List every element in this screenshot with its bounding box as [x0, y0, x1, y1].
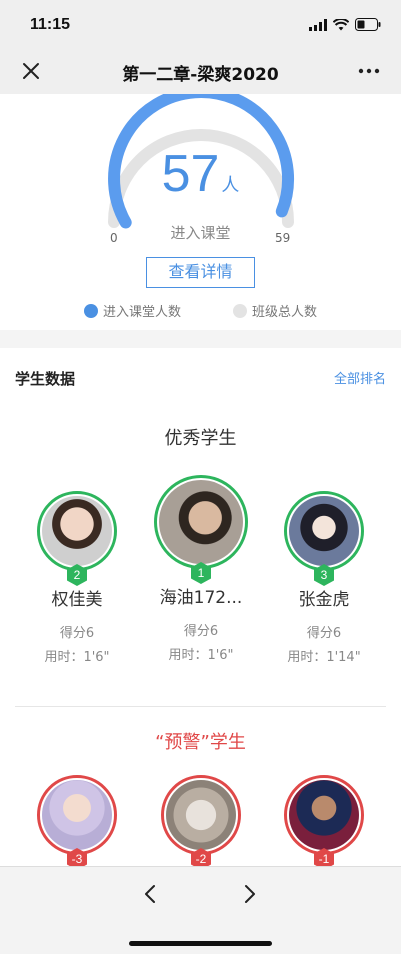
view-details-button[interactable]: 查看详情 [146, 257, 255, 288]
avatar-image [289, 496, 359, 566]
excellent-student-1[interactable]: 1 海油172... 得分6 用时：1'6" [146, 475, 256, 663]
wifi-icon [333, 18, 349, 30]
back-arrow-icon[interactable] [140, 883, 162, 905]
gauge-number: 57 [161, 145, 220, 203]
gauge-unit: 人 [221, 175, 240, 196]
student-score: 得分6 [183, 624, 219, 639]
attendance-card: 57 人 进入课堂 0 59 查看详情 进入课堂人数 班级总人数 [0, 94, 401, 330]
rank-badge-number: -3 [71, 852, 83, 866]
excellent-student-3[interactable]: 3 张金虎 得分6 用时：1'14" [269, 491, 379, 665]
student-name: 权佳美 [51, 590, 103, 610]
student-time: 用时：1'14" [287, 650, 361, 665]
rank-badge-number: -2 [195, 852, 207, 866]
warning-students-title: “预警”学生 [155, 732, 246, 753]
legend-dot-entered [83, 303, 98, 318]
student-time: 用时：1'6" [168, 648, 234, 663]
nav-bar: 第一二章-梁爽2020 [0, 48, 401, 94]
avatar: 3 [284, 491, 364, 586]
warning-student-3[interactable]: -3 [22, 775, 132, 870]
avatar: -1 [284, 775, 364, 870]
student-name: 海油172... [159, 588, 243, 608]
home-indicator [129, 941, 272, 946]
gauge-max-label: 59 [275, 231, 291, 245]
student-score: 得分6 [59, 626, 95, 641]
rank-badge-number: 3 [320, 568, 328, 582]
rank-badge: 1 [190, 562, 212, 584]
legend-item-total: 班级总人数 [233, 301, 317, 320]
warning-student-1[interactable]: -1 [269, 775, 379, 870]
avatar-image [42, 496, 112, 566]
page-title: 第一二章-梁爽2020 [122, 65, 279, 85]
legend-dot-total [233, 303, 247, 318]
rank-badge-number: -1 [318, 852, 330, 866]
forward-arrow-icon[interactable] [238, 883, 260, 905]
student-data-card: 学生数据 全部排名 优秀学生 2 权佳美 得分6 用时：1'6" 1 海油172… [0, 348, 401, 870]
rank-badge: 3 [313, 564, 335, 586]
excellent-students-title: 优秀学生 [164, 428, 237, 449]
status-bar: 11:15 [0, 0, 401, 48]
gauge-legend: 进入课堂人数 班级总人数 [0, 301, 401, 320]
battery-icon [355, 18, 381, 31]
full-ranking-link[interactable]: 全部排名 [334, 368, 386, 387]
avatar: -3 [37, 775, 117, 870]
avatar-image [289, 780, 359, 850]
avatar-image [159, 480, 243, 564]
avatar: 2 [37, 491, 117, 586]
excellent-student-2[interactable]: 2 权佳美 得分6 用时：1'6" [22, 491, 132, 665]
legend-label-entered: 进入课堂人数 [102, 305, 181, 320]
more-icon[interactable] [357, 60, 381, 82]
gauge-min-label: 0 [110, 231, 118, 245]
bottom-toolbar [0, 866, 401, 954]
gauge-value: 57 人 [0, 144, 401, 204]
warning-student-2[interactable]: -2 [146, 775, 256, 870]
rank-badge: 2 [66, 564, 88, 586]
student-time: 用时：1'6" [44, 650, 110, 665]
status-time: 11:15 [30, 16, 71, 33]
student-name: 张金虎 [298, 590, 350, 610]
section-divider [15, 706, 386, 707]
avatar: 1 [154, 475, 248, 584]
avatar: -2 [161, 775, 241, 870]
section-title: 学生数据 [15, 370, 76, 388]
rank-badge-number: 2 [73, 568, 81, 582]
avatar-image [166, 780, 236, 850]
signal-icon [309, 18, 327, 31]
legend-item-entered: 进入课堂人数 [83, 301, 181, 320]
rank-badge-number: 1 [197, 566, 205, 580]
student-score: 得分6 [306, 626, 342, 641]
avatar-image [42, 780, 112, 850]
status-icons [309, 18, 381, 31]
legend-label-total: 班级总人数 [252, 305, 318, 320]
gauge-caption: 进入课堂 [170, 224, 231, 242]
